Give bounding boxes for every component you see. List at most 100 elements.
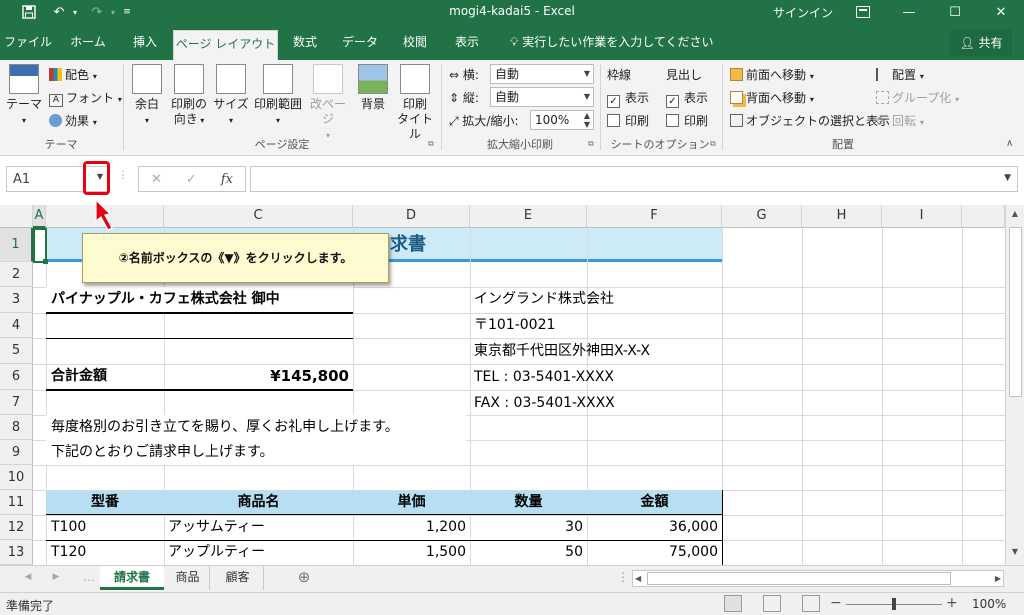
row-header-3[interactable]: 3 bbox=[0, 287, 33, 313]
headings-print-checkbox[interactable]: 印刷 bbox=[666, 112, 708, 129]
sheet-tab-customers[interactable]: 顧客 bbox=[212, 566, 264, 590]
scroll-thumb[interactable] bbox=[1009, 227, 1022, 397]
close-icon[interactable]: ✕ bbox=[978, 0, 1024, 24]
themes-button[interactable]: テーマ ▾ bbox=[6, 64, 42, 128]
resize-handle-icon[interactable]: ⋮ bbox=[118, 170, 128, 181]
effects-button[interactable]: 効果 ▾ bbox=[49, 112, 97, 129]
tab-split-icon[interactable]: ⋮ bbox=[616, 566, 630, 590]
zoom-level[interactable]: 100% bbox=[972, 597, 1006, 611]
column-header-e[interactable]: E bbox=[470, 205, 587, 228]
tab-home[interactable]: ホーム bbox=[60, 24, 116, 61]
row-header-2[interactable]: 2 bbox=[0, 262, 33, 287]
gridlines-print-checkbox[interactable]: 印刷 bbox=[607, 112, 649, 129]
row-header-11[interactable]: 11 bbox=[0, 490, 33, 515]
tab-review[interactable]: 校閲 bbox=[392, 24, 438, 61]
row-header-10[interactable]: 10 bbox=[0, 465, 33, 490]
group-objects-button: グループ化 ▾ bbox=[876, 89, 959, 106]
fonts-button[interactable]: A フォント ▾ bbox=[49, 89, 122, 107]
row-header-1[interactable]: 1 bbox=[0, 228, 33, 262]
tab-data[interactable]: データ bbox=[334, 24, 386, 61]
column-header-a[interactable]: A bbox=[33, 205, 46, 228]
tab-insert[interactable]: 挿入 bbox=[120, 24, 170, 61]
vertical-scrollbar[interactable]: ▲ ▼ bbox=[1005, 205, 1024, 565]
scale-label: ⤢ 拡大/縮小: bbox=[449, 112, 519, 129]
column-header-g[interactable]: G bbox=[722, 205, 802, 228]
column-header-h[interactable]: H bbox=[802, 205, 882, 228]
selection-pane-button[interactable]: オブジェクトの選択と表示 bbox=[730, 112, 890, 129]
share-button[interactable]: 👤︎ 共有 bbox=[950, 30, 1012, 56]
headings-view-checkbox[interactable]: ✓ 表示 bbox=[666, 89, 708, 108]
page-break-view-icon[interactable] bbox=[802, 595, 820, 612]
next-sheet-icon[interactable]: ▶ bbox=[48, 566, 64, 590]
page-layout-view-icon[interactable] bbox=[763, 595, 781, 612]
sheet-tab-products[interactable]: 商品 bbox=[166, 566, 210, 590]
send-backward-button[interactable]: 背面へ移動 ▾ bbox=[730, 89, 814, 106]
tab-overflow-icon[interactable]: … bbox=[82, 566, 96, 590]
column-header-i[interactable]: I bbox=[882, 205, 962, 228]
row-header-5[interactable]: 5 bbox=[0, 338, 33, 364]
print-area-icon bbox=[263, 64, 293, 94]
size-button[interactable]: サイズ ▾ bbox=[212, 64, 250, 128]
tab-page-layout[interactable]: ページ レイアウト bbox=[173, 30, 278, 61]
background-button[interactable]: 背景 bbox=[355, 64, 391, 112]
page-setup-launcher-icon[interactable]: ⧉ bbox=[428, 139, 434, 149]
row-header-8[interactable]: 8 bbox=[0, 415, 33, 440]
orientation-button[interactable]: 印刷の 向き ▾ bbox=[168, 64, 210, 128]
tab-file[interactable]: ファイル bbox=[0, 24, 56, 61]
row-header-7[interactable]: 7 bbox=[0, 390, 33, 415]
scroll-right-icon[interactable]: ▶ bbox=[995, 571, 1001, 586]
width-select[interactable]: 自動 ▼ bbox=[490, 64, 594, 84]
row-header-6[interactable]: 6 bbox=[0, 364, 33, 390]
column-header-j[interactable] bbox=[962, 205, 1005, 228]
zoom-slider-thumb[interactable] bbox=[892, 598, 896, 610]
column-header-d[interactable]: D bbox=[353, 205, 470, 228]
colors-button[interactable]: 配色 ▾ bbox=[49, 66, 97, 83]
print-titles-button[interactable]: 印刷 タイトル bbox=[394, 64, 436, 142]
collapse-ribbon-icon[interactable]: ∧ bbox=[1006, 138, 1013, 149]
print-area-button[interactable]: 印刷範囲 ▾ bbox=[252, 64, 304, 128]
tab-formulas[interactable]: 数式 bbox=[282, 24, 328, 61]
scale-launcher-icon[interactable]: ⧉ bbox=[588, 139, 594, 149]
prev-sheet-icon[interactable]: ◀ bbox=[20, 566, 36, 590]
row-header-12[interactable]: 12 bbox=[0, 515, 33, 540]
horizontal-scroll-thumb[interactable] bbox=[647, 572, 951, 585]
maximize-icon[interactable]: ☐ bbox=[932, 0, 978, 24]
row-header-13[interactable]: 13 bbox=[0, 540, 33, 565]
column-header-f[interactable]: F bbox=[587, 205, 722, 228]
tab-view[interactable]: 表示 bbox=[444, 24, 490, 61]
height-select[interactable]: 自動 ▼ bbox=[490, 87, 594, 107]
sheet-tab-invoice[interactable]: 請求書 bbox=[100, 566, 164, 590]
margins-icon bbox=[132, 64, 162, 94]
normal-view-icon[interactable] bbox=[724, 595, 742, 612]
scroll-up-icon[interactable]: ▲ bbox=[1008, 209, 1022, 223]
minimize-icon[interactable]: — bbox=[886, 0, 932, 24]
gridlines-view-checkbox[interactable]: ✓ 表示 bbox=[607, 89, 649, 108]
bring-forward-button[interactable]: 前面へ移動 ▾ bbox=[730, 66, 814, 83]
scroll-down-icon[interactable]: ▼ bbox=[1008, 547, 1022, 561]
add-sheet-icon[interactable]: ⊕ bbox=[294, 566, 314, 590]
signin-link[interactable]: サインイン bbox=[773, 4, 833, 21]
fill-handle[interactable] bbox=[43, 259, 48, 264]
selected-cell-a1[interactable] bbox=[33, 228, 47, 263]
insert-function-icon[interactable]: fx bbox=[221, 172, 233, 187]
enter-icon: ✓ bbox=[185, 171, 197, 187]
scroll-left-icon[interactable]: ◀ bbox=[635, 571, 641, 586]
margins-button[interactable]: 余白 ▾ bbox=[128, 64, 166, 128]
scale-spinner[interactable]: 100% ▲ ▼ bbox=[530, 110, 594, 130]
zoom-out-icon[interactable]: − bbox=[830, 595, 842, 611]
select-all-corner[interactable] bbox=[0, 205, 33, 228]
tell-me-box[interactable]: 💡︎ 実行したい作業を入力してください bbox=[510, 24, 714, 61]
column-header-c[interactable]: C bbox=[164, 205, 353, 228]
ribbon-display-icon[interactable] bbox=[840, 0, 886, 24]
row-header-9[interactable]: 9 bbox=[0, 440, 33, 465]
formula-input[interactable]: ▼ bbox=[250, 166, 1018, 192]
horizontal-scrollbar[interactable]: ◀ ▶ bbox=[632, 570, 1004, 587]
zoom-in-icon[interactable]: + bbox=[946, 595, 958, 611]
total-underline bbox=[46, 389, 353, 391]
item-code: T120 bbox=[51, 544, 87, 560]
expand-formula-icon[interactable]: ▼ bbox=[1004, 173, 1011, 183]
item-amount: 75,000 bbox=[669, 544, 718, 560]
align-button[interactable]: 配置 ▾ bbox=[876, 66, 924, 83]
sheet-options-launcher-icon[interactable]: ⧉ bbox=[710, 139, 716, 149]
row-header-4[interactable]: 4 bbox=[0, 313, 33, 338]
